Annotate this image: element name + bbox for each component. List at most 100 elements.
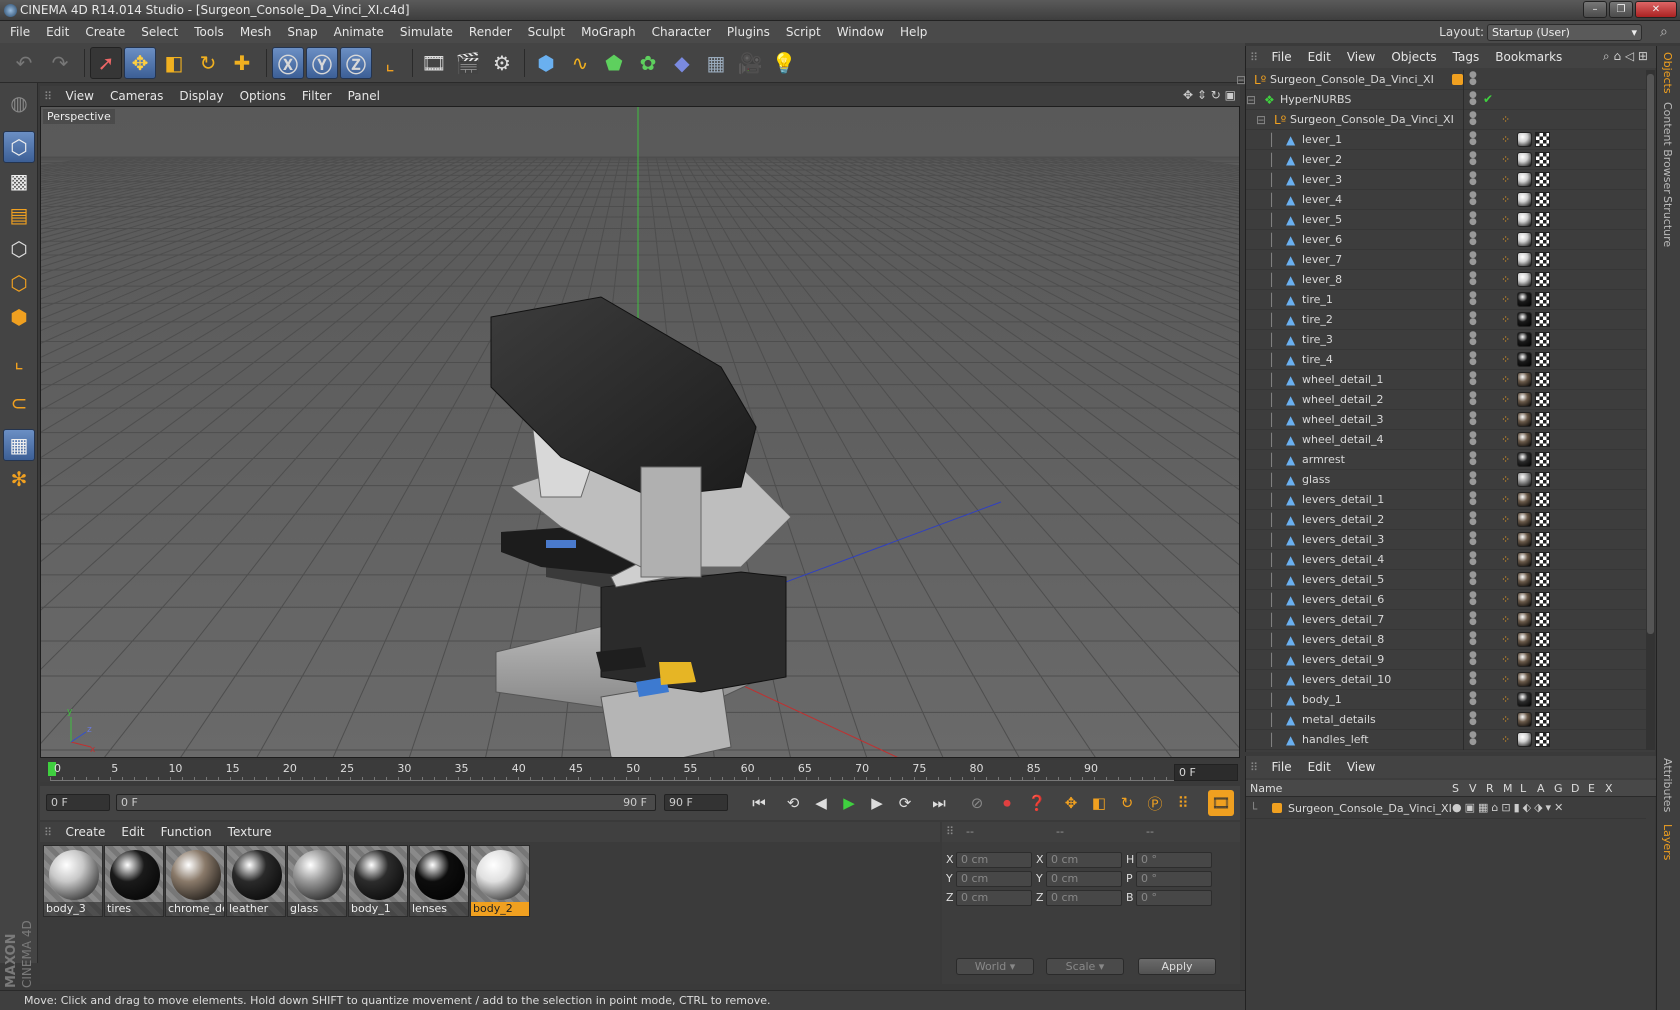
visibility-dots-icon[interactable]: ● ● bbox=[1469, 411, 1477, 427]
visibility-dots-icon[interactable]: ● ● bbox=[1469, 131, 1477, 147]
tree-connector[interactable]: │ bbox=[1268, 153, 1275, 167]
phong-tag-icon[interactable]: ⁘ bbox=[1501, 553, 1515, 567]
object-name[interactable]: levers_detail_3 bbox=[1302, 533, 1384, 546]
layer-color-swatch[interactable] bbox=[1272, 803, 1282, 813]
object-name[interactable]: levers_detail_8 bbox=[1302, 633, 1384, 646]
object-row[interactable]: │ ▲ handles_left ● ● ⁘ bbox=[1246, 730, 1646, 750]
phong-tag-icon[interactable]: ⁘ bbox=[1501, 113, 1515, 127]
object-name[interactable]: tire_2 bbox=[1302, 313, 1333, 326]
coordinate-mode-dropdown[interactable]: World ▾ bbox=[956, 958, 1034, 975]
visibility-dots-icon[interactable]: ● ● bbox=[1469, 251, 1477, 267]
coord-value-field[interactable]: 0 cm bbox=[956, 852, 1032, 868]
material-swatch[interactable]: body_1 bbox=[348, 845, 408, 917]
enable-snap-icon[interactable]: ▦ bbox=[3, 429, 35, 461]
tree-connector[interactable]: ⊟ bbox=[1246, 93, 1256, 107]
material-tag-icon[interactable] bbox=[1517, 732, 1532, 747]
tree-connector[interactable]: │ bbox=[1268, 413, 1275, 427]
close-button[interactable]: ✕ bbox=[1635, 1, 1677, 18]
coord-value-field[interactable]: 0 cm bbox=[1046, 852, 1122, 868]
material-tag-icon[interactable] bbox=[1517, 652, 1532, 667]
material-tag-icon[interactable] bbox=[1517, 552, 1532, 567]
phong-tag-icon[interactable]: ⁘ bbox=[1501, 273, 1515, 287]
coord-value-field[interactable]: 0 cm bbox=[1046, 871, 1122, 887]
object-row[interactable]: │ ▲ tire_2 ● ● ⁘ bbox=[1246, 310, 1646, 330]
object-row[interactable]: ⊟ Lº Surgeon_Console_Da_Vinci_XI ● ● bbox=[1236, 70, 1646, 90]
texture-tag-icon[interactable] bbox=[1535, 672, 1550, 687]
tree-connector[interactable]: │ bbox=[1268, 573, 1275, 587]
locked-workplane-icon[interactable]: ✻ bbox=[3, 463, 35, 495]
search-icon[interactable]: ⌕ bbox=[1660, 24, 1668, 40]
tab-structure[interactable]: Structure bbox=[1661, 196, 1674, 247]
menu-help[interactable]: Help bbox=[892, 21, 935, 43]
texture-tag-icon[interactable] bbox=[1535, 692, 1550, 707]
deformer-icon[interactable]: ◆ bbox=[666, 47, 698, 79]
object-name[interactable]: levers_detail_2 bbox=[1302, 513, 1384, 526]
object-row[interactable]: │ ▲ lever_4 ● ● ⁘ bbox=[1246, 190, 1646, 210]
object-manager-scrollbar[interactable] bbox=[1646, 70, 1655, 750]
start-frame-field[interactable]: 0 F bbox=[46, 794, 110, 811]
object-name[interactable]: armrest bbox=[1302, 453, 1345, 466]
phong-tag-icon[interactable]: ⁘ bbox=[1501, 673, 1515, 687]
object-row[interactable]: │ ▲ lever_5 ● ● ⁘ bbox=[1246, 210, 1646, 230]
visibility-dots-icon[interactable]: ● ● bbox=[1469, 631, 1477, 647]
texture-tag-icon[interactable] bbox=[1535, 412, 1550, 427]
menu-sculpt[interactable]: Sculpt bbox=[520, 21, 573, 43]
visibility-dots-icon[interactable]: ● ● bbox=[1469, 491, 1477, 507]
object-row[interactable]: │ ▲ levers_detail_9 ● ● ⁘ bbox=[1246, 650, 1646, 670]
tree-connector[interactable]: │ bbox=[1268, 613, 1275, 627]
menu-script[interactable]: Script bbox=[778, 21, 829, 43]
texture-tag-icon[interactable] bbox=[1535, 192, 1550, 207]
object-row[interactable]: │ ▲ lever_8 ● ● ⁘ bbox=[1246, 270, 1646, 290]
tree-connector[interactable]: │ bbox=[1268, 393, 1275, 407]
object-row[interactable]: │ ▲ lever_7 ● ● ⁘ bbox=[1246, 250, 1646, 270]
phong-tag-icon[interactable]: ⁘ bbox=[1501, 633, 1515, 647]
layer-column-d[interactable]: D bbox=[1571, 782, 1579, 795]
material-tag-icon[interactable] bbox=[1517, 492, 1532, 507]
material-tag-icon[interactable] bbox=[1517, 352, 1532, 367]
menu-window[interactable]: Window bbox=[829, 21, 892, 43]
texture-tag-icon[interactable] bbox=[1535, 432, 1550, 447]
object-row[interactable]: │ ▲ levers_detail_8 ● ● ⁘ bbox=[1246, 630, 1646, 650]
timeline-ruler[interactable]: 0 5 10 15 20 25 30 35 40 45 50 55 60 65 70 75 80 85 90 bbox=[40, 760, 1240, 782]
phong-tag-icon[interactable]: ⁘ bbox=[1501, 393, 1515, 407]
object-row[interactable]: │ ▲ wheel_detail_1 ● ● ⁘ bbox=[1246, 370, 1646, 390]
tree-connector[interactable]: │ bbox=[1268, 693, 1275, 707]
tree-connector[interactable]: │ bbox=[1268, 193, 1275, 207]
object-row[interactable]: │ ▲ lever_2 ● ● ⁘ bbox=[1246, 150, 1646, 170]
visibility-dots-icon[interactable]: ● ● bbox=[1469, 111, 1477, 127]
viewport-menu-display[interactable]: Display bbox=[171, 86, 231, 106]
material-tag-icon[interactable] bbox=[1517, 272, 1532, 287]
material-tag-icon[interactable] bbox=[1517, 592, 1532, 607]
material-menu-edit[interactable]: Edit bbox=[113, 822, 152, 842]
visibility-dots-icon[interactable]: ● ● bbox=[1469, 531, 1477, 547]
texture-tag-icon[interactable] bbox=[1535, 132, 1550, 147]
coord-value-field[interactable]: 0 cm bbox=[956, 890, 1032, 906]
object-name[interactable]: handles_left bbox=[1302, 733, 1369, 746]
visibility-dots-icon[interactable]: ● ● bbox=[1469, 731, 1477, 747]
layer-column-e[interactable]: E bbox=[1588, 782, 1595, 795]
material-tag-icon[interactable] bbox=[1517, 252, 1532, 267]
tab-objects[interactable]: Objects bbox=[1661, 52, 1674, 94]
menu-plugins[interactable]: Plugins bbox=[719, 21, 778, 43]
object-menu-edit[interactable]: Edit bbox=[1300, 46, 1339, 68]
object-name[interactable]: wheel_detail_1 bbox=[1302, 373, 1383, 386]
texture-tag-icon[interactable] bbox=[1535, 332, 1550, 347]
tree-connector[interactable]: │ bbox=[1268, 713, 1275, 727]
object-name[interactable]: metal_details bbox=[1302, 713, 1376, 726]
phong-tag-icon[interactable]: ⁘ bbox=[1501, 733, 1515, 747]
material-tag-icon[interactable] bbox=[1517, 472, 1532, 487]
visibility-dots-icon[interactable]: ● ● bbox=[1469, 691, 1477, 707]
object-name[interactable]: tire_3 bbox=[1302, 333, 1333, 346]
object-name[interactable]: lever_5 bbox=[1302, 213, 1342, 226]
object-row[interactable]: │ ▲ wheel_detail_2 ● ● ⁘ bbox=[1246, 390, 1646, 410]
scale-tool-icon[interactable]: ◧ bbox=[158, 47, 190, 79]
material-swatch[interactable]: lenses bbox=[409, 845, 469, 917]
autokeying-icon[interactable]: ⏺ bbox=[994, 790, 1020, 816]
rotate-tool-icon[interactable]: ↻ bbox=[192, 47, 224, 79]
tree-connector[interactable]: │ bbox=[1268, 493, 1275, 507]
phong-tag-icon[interactable]: ⁘ bbox=[1501, 473, 1515, 487]
tree-connector[interactable]: │ bbox=[1268, 133, 1275, 147]
material-menu-create[interactable]: Create bbox=[58, 822, 114, 842]
material-tag-icon[interactable] bbox=[1517, 452, 1532, 467]
layer-color-swatch[interactable] bbox=[1452, 74, 1463, 85]
